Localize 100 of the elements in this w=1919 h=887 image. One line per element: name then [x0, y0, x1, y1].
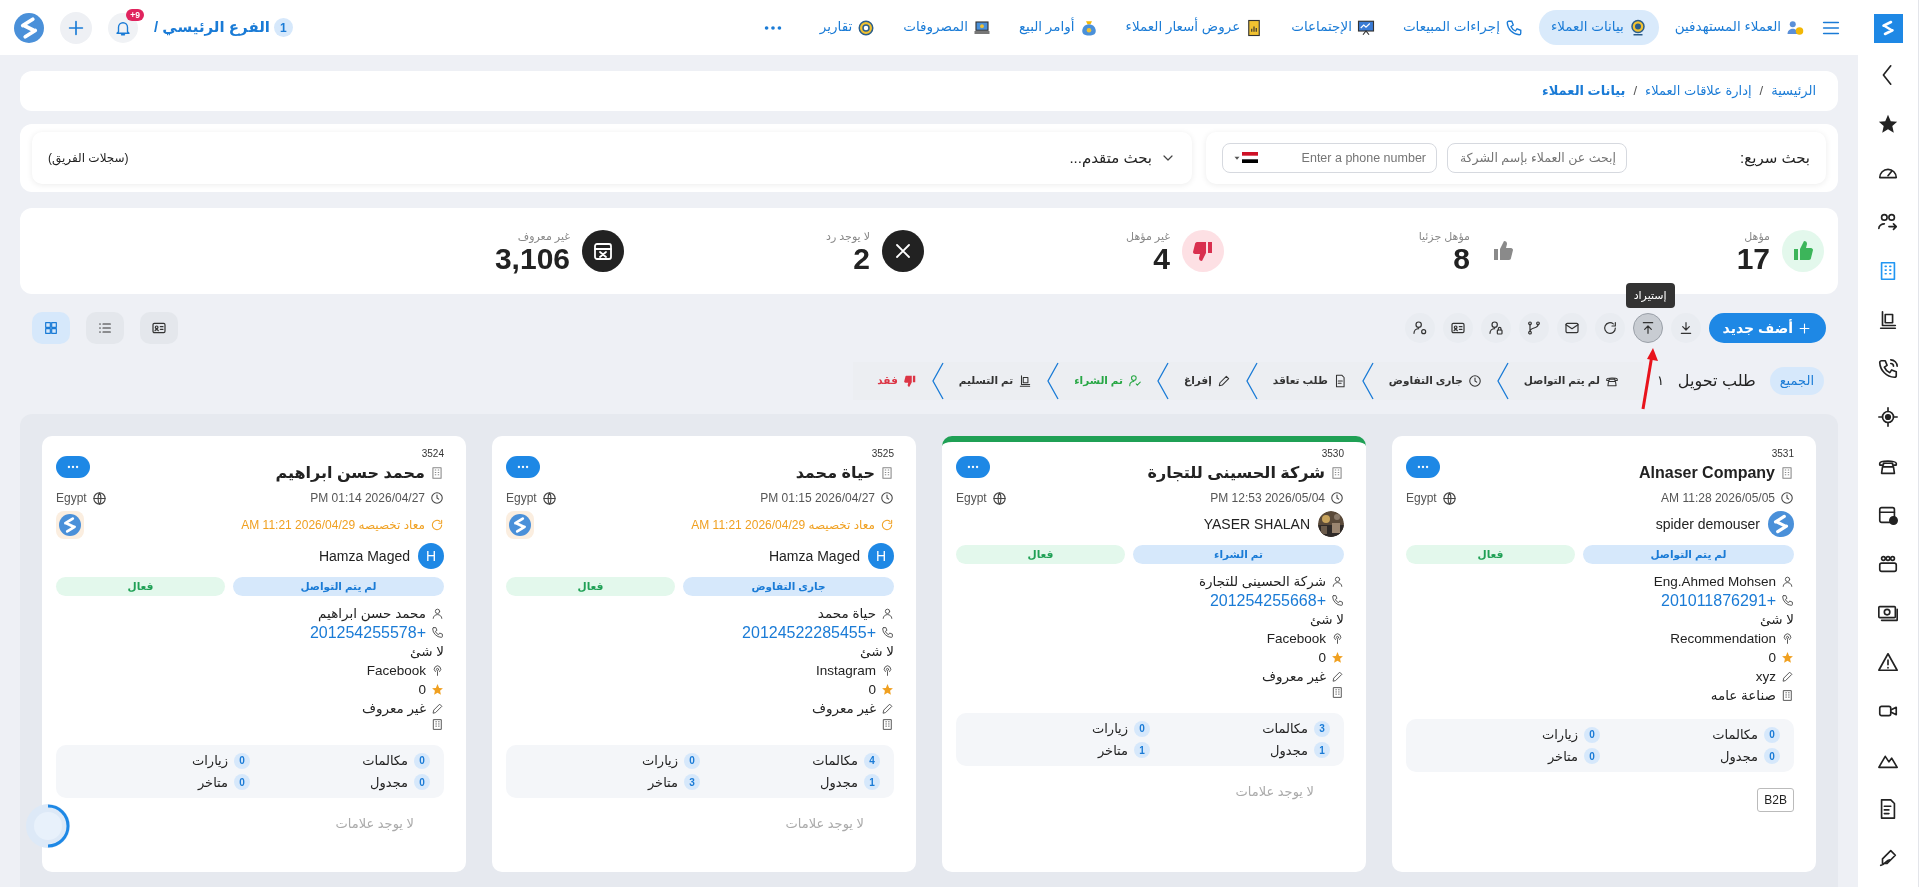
- podcast-icon: [1781, 632, 1794, 645]
- stage-filter[interactable]: تم الشراء: [1060, 373, 1157, 389]
- view-toggle[interactable]: [140, 312, 178, 344]
- stage-filter[interactable]: فقد: [863, 373, 931, 389]
- globe-icon: [991, 490, 1007, 506]
- view-toggle[interactable]: [32, 312, 70, 344]
- user-settings-icon: [1411, 320, 1428, 336]
- stage-filter[interactable]: طلب تعاقد: [1258, 373, 1361, 389]
- transfer-count: ١: [1656, 372, 1664, 391]
- counter-label: زيارات: [1092, 720, 1128, 739]
- nav-tab[interactable]: بيانات العملاء: [1538, 10, 1659, 45]
- nav-tab[interactable]: الإجتماعات: [1279, 10, 1387, 45]
- phone-link[interactable]: +201254255578: [309, 623, 426, 642]
- transfer-filter[interactable]: طلب تحويل: [1677, 369, 1756, 393]
- stage-filter[interactable]: جارى التفاوض: [1374, 373, 1496, 389]
- stage-filter[interactable]: لم يتم التواصل: [1509, 373, 1633, 389]
- record-id: 3525: [870, 447, 894, 461]
- flag-icon[interactable]: [1242, 152, 1258, 163]
- clock-icon: [880, 491, 894, 505]
- donut-icon: [857, 18, 876, 37]
- toolbar-button[interactable]: [1594, 313, 1625, 343]
- customer-name[interactable]: محمد حسن ابراهيم: [275, 461, 425, 485]
- building-icon: [881, 718, 894, 731]
- status-badge: فعال: [506, 577, 675, 596]
- count-badge: 0: [414, 752, 430, 769]
- count-badge: 0: [234, 752, 250, 769]
- assignee-name: spider demouser: [1655, 514, 1760, 534]
- more-button[interactable]: [56, 456, 90, 478]
- thumbs-up-icon: [1791, 239, 1815, 263]
- branch-selector[interactable]: الفرع الرئيسي /: [154, 16, 270, 39]
- advanced-search-link[interactable]: بحث متقدم...: [1069, 146, 1152, 170]
- phone-link[interactable]: +201254255668: [1209, 591, 1326, 610]
- add-button[interactable]: [60, 11, 92, 44]
- field-value: 0: [868, 681, 876, 699]
- counter-label: مجدول: [1270, 741, 1308, 760]
- pen-icon: [881, 702, 894, 715]
- stage-filter[interactable]: إفراغ: [1170, 373, 1245, 389]
- empty-tags-label: لا يوجد علامات: [1235, 783, 1315, 802]
- pen-icon: [1781, 670, 1794, 683]
- stat-label: غير معروف: [516, 228, 570, 245]
- nav-tab[interactable]: عروض أسعار العملاء: [1113, 10, 1276, 45]
- counter-label: زيارات: [192, 752, 228, 771]
- calendar-icon[interactable]: [1877, 504, 1899, 527]
- field-value: غير معروف: [361, 700, 426, 718]
- toolbar-button[interactable]: [1480, 313, 1511, 343]
- created-date: 2026/04/27 01:14 PM: [310, 490, 425, 507]
- phone-link[interactable]: +201011876291: [1661, 591, 1776, 610]
- laptop-icon: [972, 18, 991, 37]
- field-value: غير معروف: [811, 700, 876, 718]
- more-button[interactable]: [956, 456, 990, 478]
- app-logo[interactable]: [1873, 14, 1903, 43]
- breadcrumb-link[interactable]: الرئيسية: [1771, 81, 1816, 101]
- count-badge: 0: [1764, 726, 1780, 743]
- nav-tab[interactable]: المصروفات: [891, 10, 1003, 45]
- counter-label: متاخر: [197, 773, 228, 792]
- breadcrumb-link[interactable]: إدارة علاقات العملاء: [1645, 81, 1752, 101]
- phone-field[interactable]: Enter a phone number: [1222, 143, 1437, 173]
- stage-filter[interactable]: تم التسليم: [944, 373, 1047, 389]
- user-avatar: [14, 12, 44, 43]
- status-badge: فعال: [956, 545, 1125, 564]
- view-toggle[interactable]: [86, 312, 124, 344]
- company-search-field[interactable]: إبحث عن العملاء بإسم الشركة: [1447, 143, 1627, 173]
- chevron-separator: [1495, 362, 1510, 400]
- customer-name[interactable]: Alnaser Company: [1638, 461, 1775, 485]
- customer-card[interactable]: [492, 436, 916, 872]
- toolbar-button[interactable]: [1404, 313, 1435, 343]
- globe-icon: [1441, 490, 1457, 506]
- money-bag-icon: [1079, 18, 1098, 37]
- stat-value: 2: [853, 244, 870, 275]
- phone-icon[interactable]: [1877, 357, 1899, 380]
- filter-tab[interactable]: الجميع: [1769, 367, 1824, 395]
- nav-tab[interactable]: أوامر البيع: [1006, 10, 1110, 45]
- toolbar-button[interactable]: [1518, 313, 1549, 343]
- counter-label: مجدول: [370, 773, 408, 792]
- star-icon: [431, 683, 444, 696]
- counter-label: متاخر: [1097, 741, 1128, 760]
- toolbar-button[interactable]: [1442, 313, 1473, 343]
- nav-tab[interactable]: إجراءات المبيعات: [1390, 10, 1535, 45]
- counter-label: زيارات: [1542, 726, 1578, 745]
- nav-tab[interactable]: تقارير: [807, 10, 888, 45]
- empty-tags-label: لا يوجد علامات: [785, 815, 865, 834]
- toolbar-button[interactable]: [1556, 313, 1587, 343]
- phone-link[interactable]: +20124522285455: [742, 623, 876, 642]
- stat-value: 17: [1736, 244, 1770, 275]
- more-button[interactable]: [506, 456, 540, 478]
- breadcrumb-current[interactable]: بيانات العملاء: [1542, 81, 1626, 101]
- notification-badge: 9+: [126, 8, 144, 21]
- field-value: Facebook: [1266, 630, 1326, 648]
- customer-card[interactable]: [42, 436, 466, 872]
- customer-name[interactable]: شركة الحسينى للتجارة: [1147, 461, 1325, 485]
- toolbar-button[interactable]: [1670, 313, 1701, 343]
- more-button[interactable]: [1406, 456, 1440, 478]
- counter-label: متاخر: [647, 773, 678, 792]
- stat-label: غير مؤهل: [1126, 228, 1170, 245]
- warning-icon[interactable]: [1877, 651, 1899, 674]
- add-new-button[interactable]: أضف جديد: [1708, 313, 1826, 343]
- customer-name[interactable]: حياة محمد: [795, 461, 875, 485]
- target-icon[interactable]: [1877, 406, 1899, 429]
- nav-tab[interactable]: العملاء المستهدفين: [1662, 10, 1816, 45]
- toolbar-button[interactable]: [1632, 313, 1663, 343]
